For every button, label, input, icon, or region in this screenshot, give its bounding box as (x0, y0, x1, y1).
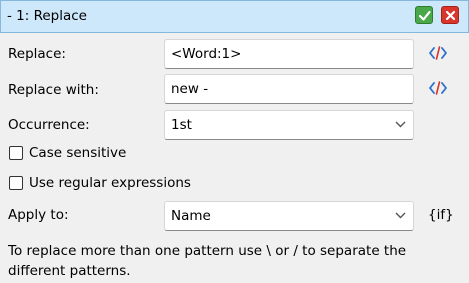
apply-to-value: Name (171, 208, 211, 224)
replace-with-input[interactable] (164, 74, 414, 104)
checkmark-icon (418, 10, 431, 21)
titlebar: - 1: Replace (0, 0, 469, 33)
code-icon[interactable] (429, 81, 447, 95)
chevron-down-icon (395, 121, 406, 128)
confirm-button[interactable] (415, 6, 433, 24)
case-sensitive-checkbox[interactable] (9, 146, 23, 160)
occurrence-select[interactable]: 1st (164, 110, 414, 140)
replace-label: Replace: (8, 46, 66, 62)
code-icon[interactable] (429, 46, 447, 60)
case-sensitive-label[interactable]: Case sensitive (29, 145, 126, 161)
regex-checkbox[interactable] (9, 176, 23, 190)
chevron-down-icon (395, 212, 406, 219)
window-title: - 1: Replace (7, 8, 87, 24)
occurrence-value: 1st (171, 117, 192, 133)
apply-to-label: Apply to: (8, 207, 69, 223)
replace-with-label: Replace with: (8, 82, 99, 98)
if-condition-button[interactable]: {if} (428, 207, 454, 223)
close-icon (445, 10, 456, 21)
replace-input[interactable] (164, 39, 414, 69)
regex-label[interactable]: Use regular expressions (29, 175, 191, 191)
help-note: To replace more than one pattern use \ o… (8, 243, 407, 279)
close-button[interactable] (441, 6, 459, 24)
apply-to-select[interactable]: Name (164, 201, 414, 231)
occurrence-label: Occurrence: (8, 117, 90, 133)
